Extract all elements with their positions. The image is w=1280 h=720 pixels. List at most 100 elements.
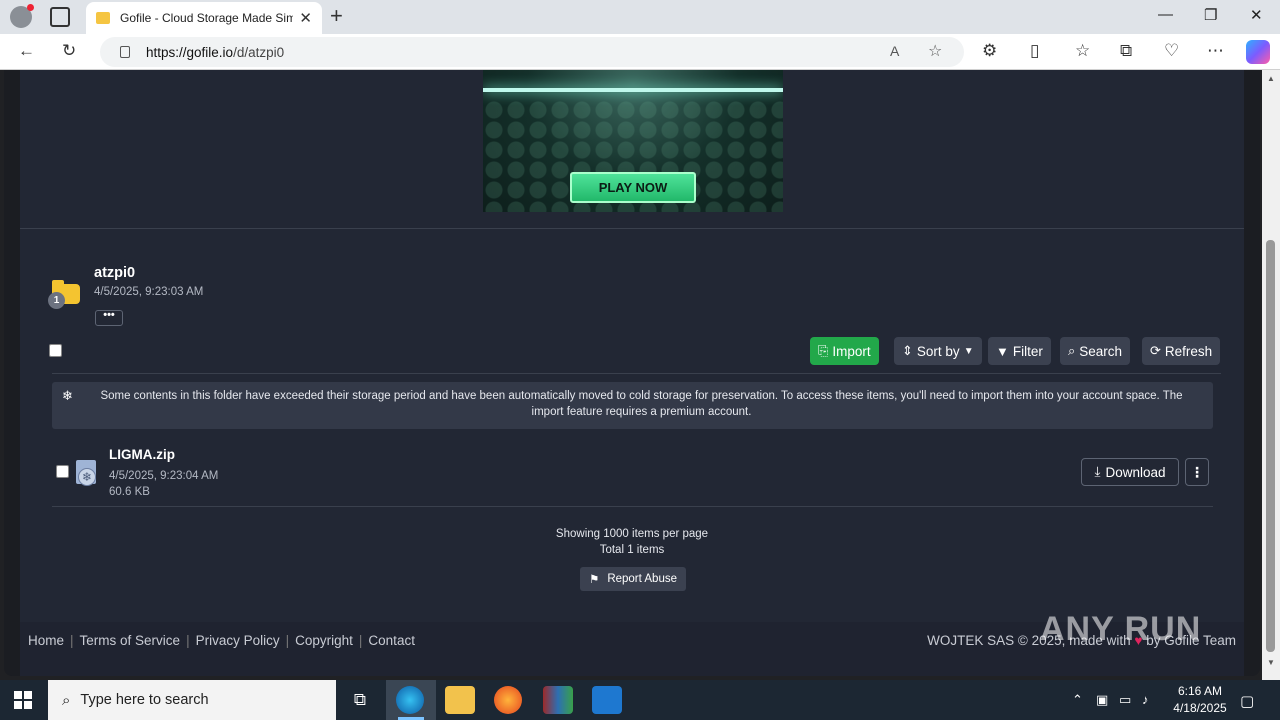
ad-play-now-button[interactable]: PLAY NOW	[570, 172, 696, 203]
footer-link-copyright[interactable]: Copyright	[295, 633, 353, 648]
search-button[interactable]: ⌕ Search	[1060, 337, 1131, 365]
minimize-icon[interactable]: —	[1158, 6, 1173, 23]
snowflake-icon: ❄	[62, 388, 73, 403]
chevron-down-icon: ▼	[963, 345, 974, 357]
reload-icon[interactable]: ↻	[62, 41, 76, 61]
import-label: Import	[832, 343, 871, 359]
select-all-checkbox[interactable]	[49, 344, 62, 357]
windows-taskbar: ⌕ Type here to search ⧉ ⌃ ▣ ▭ ♪ 6:16 AM …	[0, 680, 1280, 720]
sort-by-button[interactable]: ⇕ Sort by ▼	[894, 337, 982, 365]
folder-more-button[interactable]: •••	[95, 310, 123, 326]
volume-icon[interactable]: ♪	[1142, 692, 1149, 707]
file-date: 4/5/2025, 9:23:04 AM	[109, 470, 219, 482]
zip-file-icon: ❄	[76, 460, 96, 486]
taskbar-clock[interactable]: 6:16 AM 4/18/2025	[1160, 683, 1240, 717]
file-select-checkbox[interactable]	[56, 465, 69, 478]
collections-icon[interactable]: ⧉	[1120, 41, 1132, 61]
import-button[interactable]: ⎘ Import	[810, 337, 879, 365]
address-bar[interactable]: https://gofile.io/d/atzpi0 A ☆	[100, 37, 964, 67]
network-icon[interactable]: ▭	[1119, 692, 1131, 708]
tab-actions-icon[interactable]	[50, 7, 70, 27]
footer-link-terms[interactable]: Terms of Service	[80, 633, 181, 648]
actions-divider	[52, 373, 1221, 374]
folder-name: atzpi0	[94, 265, 136, 281]
cold-storage-notice: ❄ Some contents in this folder have exce…	[52, 382, 1213, 429]
sort-icon: ⇕	[902, 343, 913, 358]
copilot-icon[interactable]	[1246, 40, 1270, 64]
search-label: Search	[1079, 343, 1123, 359]
footer-link-home[interactable]: Home	[28, 633, 64, 648]
import-icon: ⎘	[818, 343, 829, 358]
anyrun-watermark: ANY RUN	[1040, 610, 1202, 648]
tray-device-icon[interactable]: ▣	[1096, 692, 1108, 708]
page-frame: PLAY NOW 1 atzpi0 4/5/2025, 9:23:03 AM •…	[4, 70, 1260, 676]
flag-icon: ⚑	[589, 574, 600, 586]
folder-count-badge: 1	[48, 292, 65, 309]
split-screen-icon[interactable]: ▯	[1030, 41, 1039, 61]
page-scrollbar[interactable]: ▲ ▼	[1262, 70, 1280, 680]
taskbar-search-placeholder: Type here to search	[80, 692, 209, 708]
sort-label: Sort by	[916, 343, 960, 359]
download-icon: ⤓	[1094, 464, 1101, 479]
extensions-icon[interactable]: ⚙	[982, 41, 997, 61]
restore-icon[interactable]: ❐	[1204, 6, 1217, 24]
notifications-icon[interactable]: ▢	[1240, 692, 1254, 710]
page-content: PLAY NOW 1 atzpi0 4/5/2025, 9:23:03 AM •…	[20, 70, 1244, 676]
file-name[interactable]: LIGMA.zip	[109, 447, 175, 462]
refresh-label: Refresh	[1164, 343, 1213, 359]
items-per-page-text: Showing 1000 items per page	[555, 528, 709, 540]
scrollbar-thumb[interactable]	[1266, 240, 1275, 652]
favorite-star-icon[interactable]: ☆	[928, 41, 942, 61]
browser-essentials-icon[interactable]: ♡	[1164, 41, 1179, 61]
lock-icon	[120, 46, 130, 58]
clock-time: 6:16 AM	[1177, 684, 1223, 698]
scroll-down-icon[interactable]: ▼	[1267, 658, 1275, 667]
window-close-icon[interactable]: ✕	[1250, 6, 1263, 24]
advertisement-banner[interactable]: PLAY NOW	[483, 70, 783, 212]
task-view-icon[interactable]: ⧉	[345, 686, 375, 714]
clock-date: 4/18/2025	[1173, 701, 1227, 715]
folder-date: 4/5/2025, 9:23:03 AM	[94, 286, 204, 298]
file-options-button[interactable]: ⋮	[1185, 458, 1209, 486]
back-arrow-icon[interactable]: ←	[18, 41, 35, 61]
windows-start-icon[interactable]	[14, 691, 32, 709]
tab-title: Gofile - Cloud Storage Made Sim	[120, 11, 294, 25]
notice-text: Some contents in this folder have exceed…	[100, 390, 1183, 418]
footer-links: Home | Terms of Service | Privacy Policy | Cop…	[28, 633, 415, 648]
firefox-icon[interactable]	[494, 686, 522, 714]
tray-chevron-up-icon[interactable]: ⌃	[1072, 692, 1083, 708]
tab-close-icon[interactable]: ✕	[299, 9, 312, 27]
download-button[interactable]: ⤓ Download	[1081, 458, 1179, 486]
settings-more-icon[interactable]: ⋯	[1207, 41, 1224, 61]
total-items-text: Total 1 items	[599, 544, 665, 556]
winrar-icon[interactable]	[543, 686, 573, 714]
search-icon: ⌕	[1068, 343, 1076, 358]
read-aloud-icon[interactable]: A	[890, 43, 899, 59]
ad-divider	[20, 228, 1244, 229]
cold-storage-icon: ❄	[78, 468, 96, 486]
filter-label: Filter	[1012, 343, 1043, 359]
page-viewport: PLAY NOW 1 atzpi0 4/5/2025, 9:23:03 AM •…	[0, 70, 1280, 680]
browser-tab-gofile[interactable]: Gofile - Cloud Storage Made Sim ✕	[86, 2, 322, 34]
scroll-up-icon[interactable]: ▲	[1267, 74, 1275, 83]
new-tab-icon[interactable]: +	[330, 3, 343, 29]
file-explorer-icon[interactable]	[445, 686, 475, 714]
report-abuse-button[interactable]: ⚑ Report Abuse	[580, 567, 686, 591]
ad-glow-line	[483, 88, 783, 92]
refresh-icon: ⟳	[1150, 343, 1161, 358]
search-icon: ⌕	[62, 691, 71, 709]
favorites-icon[interactable]: ☆	[1075, 41, 1090, 61]
defender-shield-icon[interactable]	[592, 686, 622, 714]
gofile-favicon-icon	[96, 12, 110, 24]
refresh-button[interactable]: ⟳ Refresh	[1142, 337, 1221, 365]
filter-icon: ▼	[996, 343, 1009, 359]
filter-button[interactable]: ▼ Filter	[988, 337, 1051, 365]
url-text: https://gofile.io/d/atzpi0	[146, 44, 285, 60]
browser-toolbar: ← ↻ https://gofile.io/d/atzpi0 A ☆ ⚙ ▯ ☆…	[0, 34, 1280, 70]
profile-avatar-icon[interactable]	[10, 4, 34, 28]
footer-link-privacy[interactable]: Privacy Policy	[196, 633, 280, 648]
report-abuse-label: Report Abuse	[607, 573, 677, 585]
edge-browser-icon[interactable]	[396, 686, 424, 714]
footer-link-contact[interactable]: Contact	[368, 633, 415, 648]
taskbar-search-box[interactable]: ⌕ Type here to search	[48, 680, 336, 720]
